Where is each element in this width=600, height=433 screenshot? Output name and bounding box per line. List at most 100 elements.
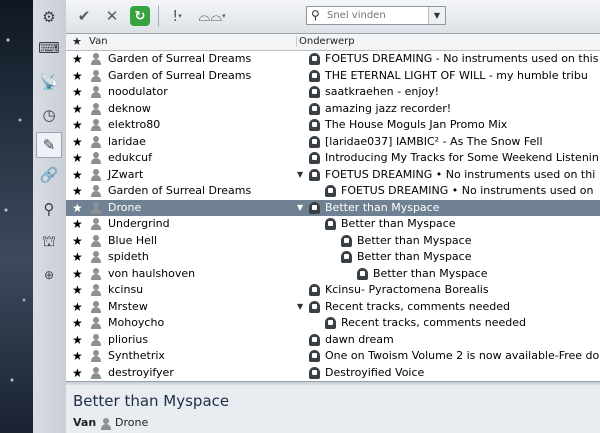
link-icon[interactable]: 🔗 — [37, 163, 61, 187]
star-icon[interactable]: ★ — [72, 135, 83, 149]
star-icon[interactable]: ★ — [72, 168, 83, 182]
user-icon — [90, 119, 102, 131]
user-icon — [90, 300, 102, 313]
clock-icon[interactable]: ◷ — [37, 103, 61, 127]
star-icon[interactable]: ★ — [72, 85, 83, 99]
message-icon — [325, 218, 336, 230]
message-subject: FOETUS DREAMING • No instruments used on… — [325, 167, 596, 181]
user-icon — [90, 267, 102, 280]
message-subject: Better than Myspace — [357, 250, 472, 263]
glasses-icon[interactable]: ⌓⌓ ▾ — [194, 5, 230, 27]
sender-name: laridae — [108, 134, 146, 148]
star-icon[interactable]: ★ — [72, 184, 83, 198]
user-icon — [90, 135, 102, 148]
star-icon[interactable]: ★ — [72, 52, 83, 66]
list-row[interactable]: ★ spideth Better than Myspace — [66, 249, 600, 266]
add-icon[interactable]: ⊕ — [37, 263, 61, 287]
message-subject: Better than Myspace — [357, 233, 472, 247]
sender-name: destroyifyer — [108, 365, 174, 379]
notes-icon[interactable]: ✎ — [36, 132, 62, 158]
list-row[interactable]: ★ pliorius dawn dream — [66, 332, 600, 349]
star-icon[interactable]: ★ — [72, 349, 83, 363]
star-column-header[interactable]: ★ — [72, 35, 82, 48]
user-icon — [90, 168, 102, 181]
search-box[interactable]: ⚲ ▼ — [306, 6, 446, 25]
list-row[interactable]: ★ destroyifyer Destroyified Voice — [66, 365, 600, 382]
message-icon — [357, 267, 368, 280]
list-row[interactable]: ★ Drone ▼ Better than Myspace — [66, 199, 600, 216]
message-subject: FOETUS DREAMING • No instruments used on — [341, 184, 594, 197]
user-icon — [90, 185, 102, 197]
list-row[interactable]: ★ Garden of Surreal Dreams FOETUS DREAMING… — [66, 183, 600, 200]
message-subject: dawn dream — [325, 332, 394, 346]
preview-from-name[interactable]: Drone — [115, 416, 148, 429]
list-row[interactable]: ★ Garden of Surreal Dreams THE ETERNAL LIG… — [66, 68, 600, 85]
list-row[interactable]: ★ kcinsu Kcinsu- Pyractomena Borealis — [66, 282, 600, 299]
star-icon[interactable]: ★ — [72, 118, 83, 132]
keyboard-icon[interactable]: ⌨ — [37, 36, 61, 60]
user-icon — [90, 284, 102, 296]
gear-icon[interactable]: ⚙ — [37, 5, 61, 29]
list-row[interactable]: ★ Blue Hell Better than Myspace — [66, 233, 600, 250]
list-row[interactable]: ★ Garden of Surreal Dreams FOETUS DREAMING… — [66, 51, 600, 68]
column-header-van[interactable]: Van — [89, 36, 108, 47]
star-icon[interactable]: ★ — [72, 102, 83, 116]
sender-name: Garden of Surreal Dreams — [108, 68, 252, 82]
list-row[interactable]: ★ von haulshoven Better than Myspace — [66, 266, 600, 283]
sender-name: noodulator — [108, 85, 168, 98]
list-row[interactable]: ★ Mrstew ▼ Recent tracks, comments needed — [66, 299, 600, 316]
list-row[interactable]: ★ noodulator saatkraehen - enjoy! — [66, 84, 600, 101]
message-subject: FOETUS DREAMING - No instruments used on… — [325, 52, 599, 65]
refresh-icon[interactable]: ↻ — [130, 6, 150, 26]
close-icon[interactable]: ✕ — [102, 5, 122, 27]
user-icon — [90, 53, 102, 65]
message-subject: The House Moguls Jan Promo Mix — [325, 118, 508, 131]
column-header-onderwerp[interactable]: Onderwerp — [296, 36, 355, 47]
checkmark-icon[interactable]: ✔ — [74, 5, 94, 27]
star-icon[interactable]: ★ — [72, 201, 83, 215]
satellite-icon[interactable]: 📡 — [37, 70, 61, 94]
sidebar: ⚙ ⌨ 📡 ◷ ✎ 🔗 ⚲ ⛫ ⊕ — [33, 0, 67, 433]
sender-name: Mrstew — [108, 299, 148, 313]
thread-expander-icon[interactable]: ▼ — [297, 170, 303, 179]
list-row[interactable]: ★ Undergrind Better than Myspace — [66, 216, 600, 233]
star-icon[interactable]: ★ — [72, 69, 83, 83]
star-icon[interactable]: ★ — [72, 250, 83, 264]
user-icon — [90, 350, 102, 362]
star-icon[interactable]: ★ — [72, 234, 83, 248]
list-row[interactable]: ★ JZwart ▼ FOETUS DREAMING • No instruments… — [66, 167, 600, 184]
message-subject: Introducing My Tracks for Some Weekend L… — [325, 151, 599, 164]
user-icon — [90, 218, 102, 230]
list-row[interactable]: ★ Synthetrix One on Twoism Volume 2 is now… — [66, 348, 600, 365]
exclamation-icon[interactable]: ! ▾ — [166, 5, 188, 27]
star-icon[interactable]: ★ — [72, 267, 83, 281]
message-list: ★ Garden of Surreal Dreams FOETUS DREAMING… — [66, 51, 600, 381]
user-icon — [90, 69, 102, 82]
star-icon[interactable]: ★ — [72, 283, 83, 297]
message-icon — [341, 251, 352, 263]
sender-name: edukcuf — [108, 151, 152, 164]
list-row[interactable]: ★ Mohoycho Recent tracks, comments needed — [66, 315, 600, 332]
star-icon[interactable]: ★ — [72, 333, 83, 347]
message-subject: Kcinsu- Pyractomena Borealis — [325, 283, 489, 296]
search-icon[interactable]: ⚲ — [37, 197, 61, 221]
star-icon[interactable]: ★ — [72, 217, 83, 231]
star-icon[interactable]: ★ — [72, 151, 83, 165]
thread-expander-icon[interactable]: ▼ — [297, 302, 303, 311]
thread-expander-icon[interactable]: ▼ — [297, 203, 303, 212]
search-input[interactable] — [327, 8, 423, 23]
list-row[interactable]: ★ elektro80 The House Moguls Jan Promo Mix — [66, 117, 600, 134]
binoculars-icon[interactable]: ⛫ — [37, 230, 61, 254]
sender-name: deknow — [108, 101, 151, 115]
sender-name: Garden of Surreal Dreams — [108, 52, 252, 65]
sender-name: Mohoycho — [108, 316, 165, 329]
list-row[interactable]: ★ edukcuf Introducing My Tracks for Some W… — [66, 150, 600, 167]
star-icon[interactable]: ★ — [72, 300, 83, 314]
message-subject: Better than Myspace — [341, 217, 456, 230]
star-icon[interactable]: ★ — [72, 316, 83, 330]
star-icon[interactable]: ★ — [72, 366, 83, 380]
message-icon — [309, 201, 320, 214]
list-row[interactable]: ★ deknow amazing jazz recorder! — [66, 101, 600, 118]
chevron-down-icon[interactable]: ▼ — [428, 7, 445, 24]
list-row[interactable]: ★ laridae [laridae037] IAMBIC² - As The Sn… — [66, 134, 600, 151]
